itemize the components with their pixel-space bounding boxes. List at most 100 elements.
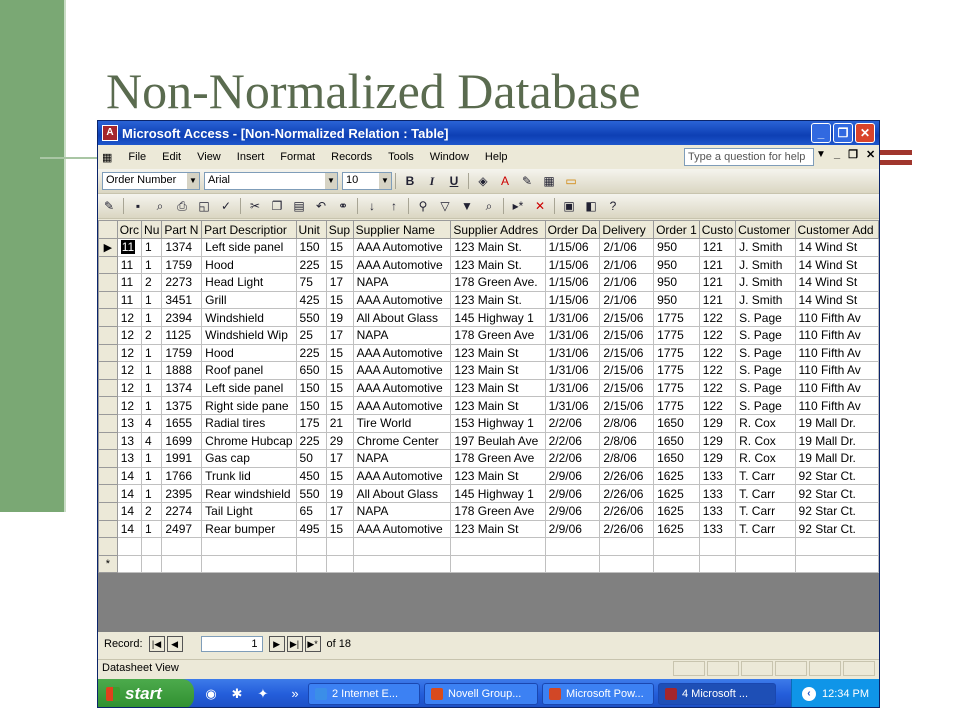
column-header[interactable]: Supplier Addres <box>450 220 546 239</box>
clock[interactable]: 12:34 PM <box>822 688 869 700</box>
table-cell[interactable]: 50 <box>295 449 327 468</box>
table-cell[interactable]: S. Page <box>735 325 796 345</box>
table-row[interactable]: 14 1 1766 Trunk lid 450 15 AAA Automotive 123 M… <box>98 466 879 486</box>
table-cell[interactable]: 122 <box>698 378 737 398</box>
mdi-close-button[interactable]: ✕ <box>866 148 875 161</box>
record-selector[interactable] <box>98 466 118 486</box>
table-cell[interactable]: AAA Automotive <box>352 378 452 398</box>
new-record-icon[interactable]: ▸* <box>507 196 529 216</box>
table-cell[interactable]: 14 <box>116 484 143 503</box>
new-record-selector[interactable] <box>98 537 118 556</box>
table-cell[interactable]: NAPA <box>352 449 452 468</box>
table-cell[interactable]: 12 <box>116 378 143 398</box>
table-cell[interactable]: 122 <box>698 396 737 415</box>
table-cell[interactable]: S. Page <box>735 343 796 363</box>
table-cell[interactable] <box>794 537 879 556</box>
table-cell[interactable]: 1775 <box>653 361 700 380</box>
quicklaunch-icon[interactable]: ✦ <box>254 686 272 702</box>
table-cell[interactable]: AAA Automotive <box>352 238 452 257</box>
record-selector[interactable] <box>98 361 118 380</box>
table-cell[interactable]: 2/26/06 <box>599 519 655 539</box>
table-cell[interactable]: 110 Fifth Av <box>794 343 879 363</box>
table-cell[interactable]: 1775 <box>653 325 700 345</box>
table-cell[interactable]: 2/2/06 <box>544 413 601 433</box>
table-cell[interactable]: 122 <box>698 308 737 327</box>
column-header[interactable]: Customer <box>735 220 796 239</box>
table-cell[interactable]: 1 <box>141 290 163 310</box>
record-selector[interactable] <box>98 308 118 327</box>
table-cell[interactable]: 3451 <box>161 290 203 310</box>
table-cell[interactable]: 1625 <box>653 519 700 539</box>
table-cell[interactable]: Chrome Center <box>352 431 452 451</box>
table-cell[interactable]: Hood <box>201 255 297 275</box>
table-cell[interactable]: T. Carr <box>735 466 796 486</box>
window-titlebar[interactable]: A Microsoft Access - [Non-Normalized Rel… <box>98 121 879 145</box>
table-cell[interactable] <box>295 554 327 574</box>
filter-selection-icon[interactable]: ⚲ <box>412 196 434 216</box>
current-record-input[interactable]: 1 <box>200 636 263 652</box>
table-cell[interactable] <box>698 537 737 556</box>
table-cell[interactable]: 15 <box>325 343 354 363</box>
task-internet-explorer[interactable]: 2 Internet E... <box>308 683 420 705</box>
table-cell[interactable]: 2/9/06 <box>544 466 601 486</box>
table-cell[interactable]: Trunk lid <box>201 466 297 486</box>
table-row[interactable]: 12 1 1374 Left side panel 150 15 AAA Automotiv… <box>98 378 879 398</box>
table-cell[interactable] <box>599 554 655 574</box>
font-size-combo[interactable]: 10 ▼ <box>342 172 392 190</box>
table-cell[interactable]: AAA Automotive <box>352 343 452 363</box>
table-cell[interactable]: 14 <box>116 519 143 539</box>
table-cell[interactable]: 13 <box>116 431 143 451</box>
table-row[interactable]: 12 1 1375 Right side pane 150 15 AAA Automotiv… <box>98 396 879 415</box>
table-row[interactable]: 12 2 1125 Windshield Wip 25 17 NAPA 178 Green A… <box>98 325 879 345</box>
table-cell[interactable]: 11 <box>116 238 143 257</box>
table-cell[interactable]: 122 <box>698 325 737 345</box>
table-cell[interactable]: 1 <box>141 238 163 257</box>
mdi-restore-button[interactable]: ❐ <box>848 148 858 161</box>
record-selector[interactable] <box>98 519 118 539</box>
table-cell[interactable]: NAPA <box>352 273 452 292</box>
record-selector[interactable] <box>98 255 118 275</box>
table-cell[interactable]: 2/1/06 <box>599 290 655 310</box>
table-cell[interactable]: 1 <box>141 484 163 503</box>
table-cell[interactable]: AAA Automotive <box>352 361 452 380</box>
table-cell[interactable]: Right side pane <box>201 396 297 415</box>
database-window-icon[interactable]: ▣ <box>558 196 580 216</box>
table-cell[interactable]: 1 <box>141 466 163 486</box>
table-cell[interactable]: 12 <box>116 343 143 363</box>
table-cell[interactable]: 19 Mall Dr. <box>794 431 879 451</box>
table-cell[interactable]: 1375 <box>161 396 203 415</box>
table-cell[interactable]: 11 <box>116 273 143 292</box>
table-cell[interactable] <box>325 537 354 556</box>
next-record-button[interactable]: ▶ <box>268 636 285 652</box>
table-cell[interactable]: 2/8/06 <box>599 431 655 451</box>
table-cell[interactable]: 92 Star Ct. <box>794 466 879 486</box>
table-cell[interactable]: 225 <box>295 343 327 363</box>
first-record-button[interactable]: |◀ <box>148 636 165 652</box>
table-cell[interactable]: 1/15/06 <box>544 255 601 275</box>
table-cell[interactable]: S. Page <box>735 361 796 380</box>
table-cell[interactable] <box>653 554 700 574</box>
table-cell[interactable]: NAPA <box>352 501 452 521</box>
table-cell[interactable]: 121 <box>698 290 737 310</box>
table-cell[interactable]: 145 Highway 1 <box>450 308 546 327</box>
table-cell[interactable]: 178 Green Ave <box>450 501 546 521</box>
table-cell[interactable]: 550 <box>295 484 327 503</box>
table-cell[interactable]: 14 Wind St <box>794 290 879 310</box>
record-selector[interactable] <box>98 413 118 433</box>
table-cell[interactable]: S. Page <box>735 378 796 398</box>
table-cell[interactable] <box>116 554 143 574</box>
table-cell[interactable]: Radial tires <box>201 413 297 433</box>
table-cell[interactable]: 1 <box>141 255 163 275</box>
menu-format[interactable]: Format <box>272 151 323 163</box>
table-row[interactable]: 12 1 1888 Roof panel 650 15 AAA Automotive 123 … <box>98 361 879 380</box>
record-selector[interactable] <box>98 396 118 415</box>
table-cell[interactable]: T. Carr <box>735 484 796 503</box>
table-cell[interactable]: 15 <box>325 361 354 380</box>
table-cell[interactable]: 1/31/06 <box>544 361 601 380</box>
table-cell[interactable]: 1 <box>141 378 163 398</box>
task-microsoft-access[interactable]: 4 Microsoft ... <box>658 683 776 705</box>
table-cell[interactable]: 1759 <box>161 255 203 275</box>
table-cell[interactable]: 29 <box>325 431 354 451</box>
table-cell[interactable]: 110 Fifth Av <box>794 308 879 327</box>
close-button[interactable]: ✕ <box>855 123 875 143</box>
